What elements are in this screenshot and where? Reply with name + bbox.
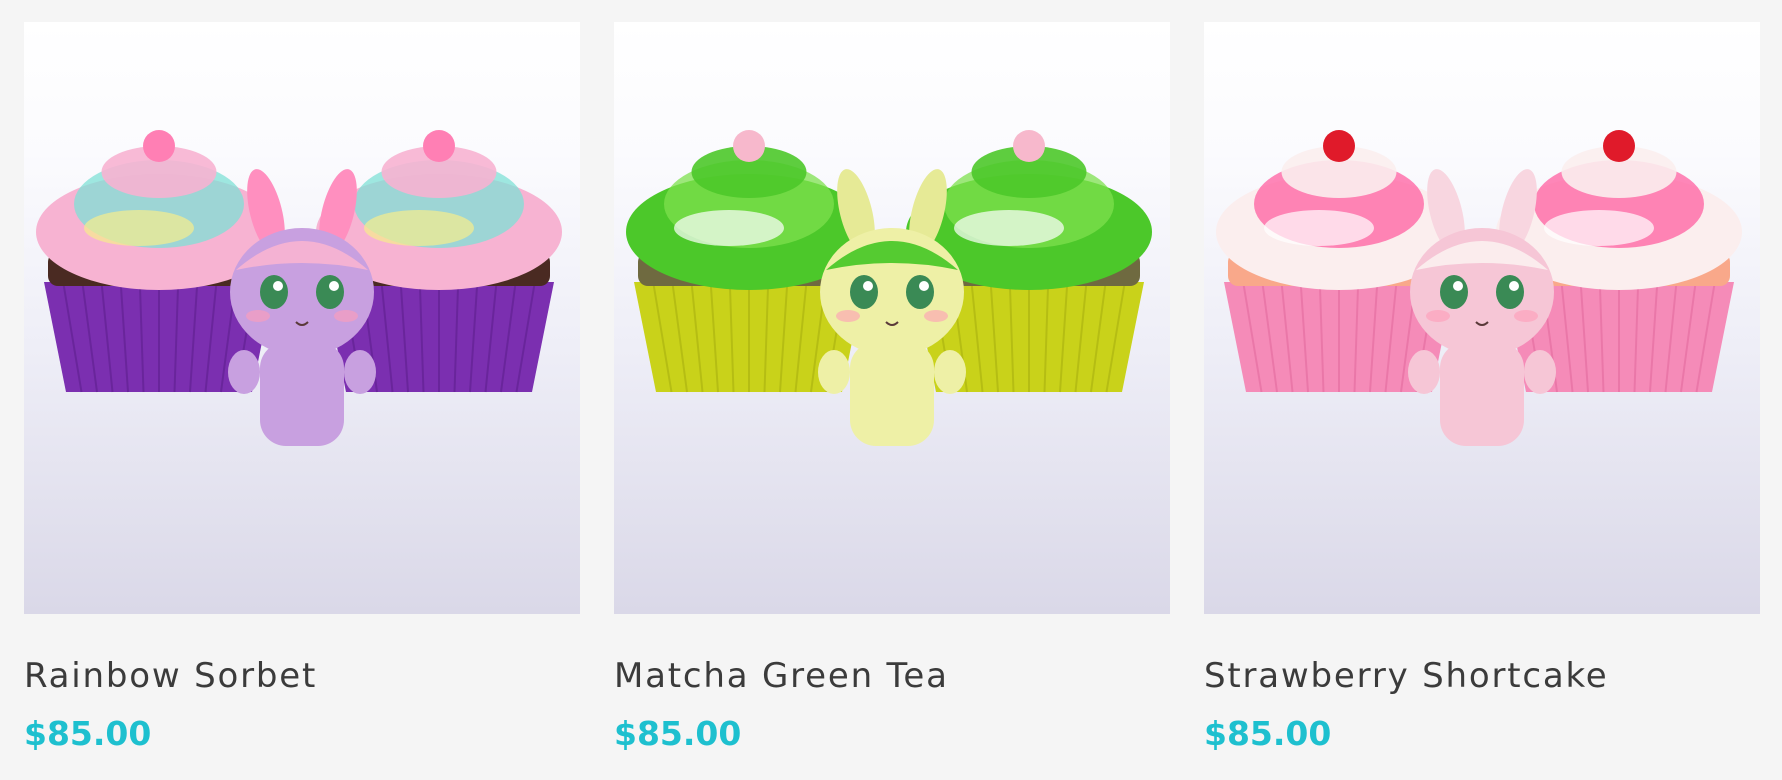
- rainbow-sorbet-cupcake-figure-image[interactable]: [24, 22, 580, 614]
- product-illustration: [626, 130, 1152, 446]
- product-grid: Rainbow Sorbet $85.00 Matcha Green Tea $…: [24, 22, 1760, 754]
- matcha-green-tea-cupcake-figure-image[interactable]: [614, 22, 1170, 614]
- product-illustration: [36, 130, 562, 446]
- figure-illustration: [228, 169, 376, 446]
- figure-illustration: [818, 169, 966, 446]
- strawberry-shortcake-cupcake-figure-image[interactable]: [1204, 22, 1760, 614]
- product-price: $85.00: [24, 714, 152, 753]
- figure-illustration: [1408, 169, 1556, 446]
- product-illustration: [1216, 130, 1742, 446]
- product-card[interactable]: Rainbow Sorbet $85.00: [24, 22, 580, 754]
- product-title[interactable]: Rainbow Sorbet: [24, 656, 580, 696]
- product-title[interactable]: Matcha Green Tea: [614, 656, 1170, 696]
- product-price: $85.00: [1204, 714, 1332, 753]
- product-card[interactable]: Strawberry Shortcake $85.00: [1204, 22, 1760, 754]
- product-title[interactable]: Strawberry Shortcake: [1204, 656, 1760, 696]
- product-price: $85.00: [614, 714, 742, 753]
- product-card[interactable]: Matcha Green Tea $85.00: [614, 22, 1170, 754]
